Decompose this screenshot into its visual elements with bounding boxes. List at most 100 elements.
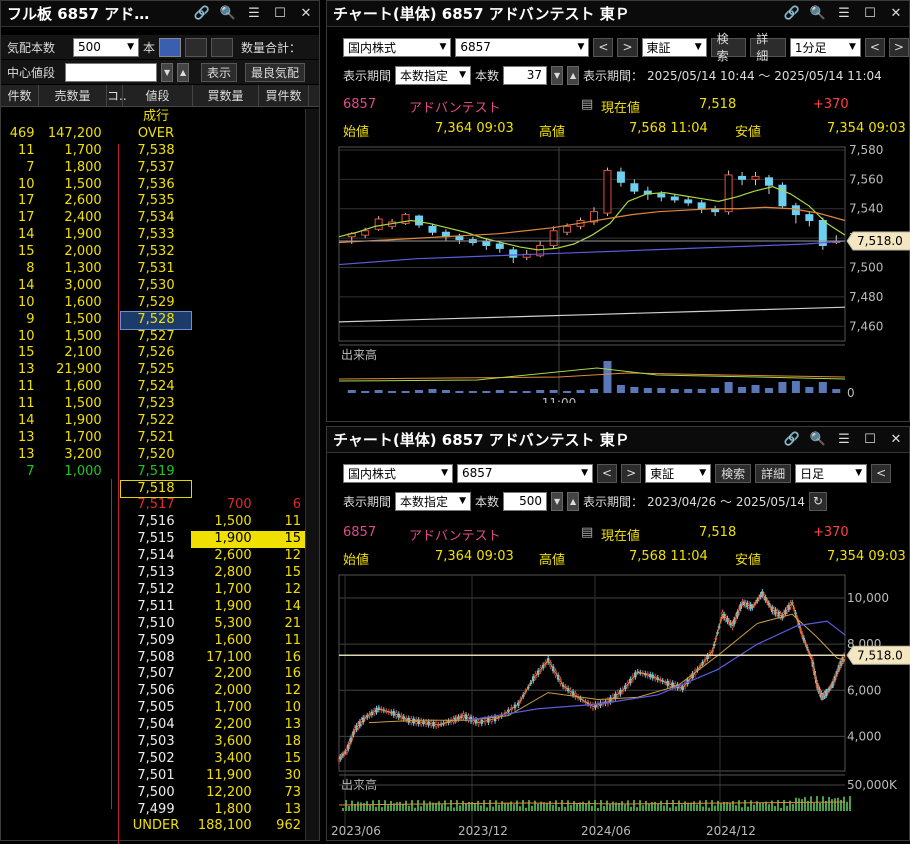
close-icon[interactable]: ✕ (885, 4, 907, 23)
search-icon[interactable]: 🔍 (807, 4, 829, 23)
layout-icon-3[interactable] (211, 37, 234, 57)
over-row[interactable]: 469 147,200 OVER (1, 126, 305, 143)
menu-icon[interactable]: ☰ (243, 4, 265, 23)
chart1-code-select[interactable]: 6857 ▼ (455, 37, 590, 57)
chart1-exchange-select[interactable]: 東証 ▼ (641, 37, 707, 57)
document-icon[interactable]: ▤ (581, 525, 593, 540)
col-price[interactable]: 値段 (123, 85, 193, 106)
chart2-next-button[interactable]: > (621, 463, 642, 483)
qty-select[interactable]: 500 ▼ (73, 37, 140, 57)
ask-row[interactable]: 13 21,900 7,525 (1, 362, 305, 379)
search-icon[interactable]: 🔍 (807, 430, 829, 449)
ask-row[interactable]: 10 1,600 7,529 (1, 295, 305, 312)
chart2-scroll-left-button[interactable]: < (871, 463, 892, 483)
link-icon[interactable]: 🔗 (781, 4, 803, 23)
chart2-period-mode-select[interactable]: 本数指定 ▼ (395, 491, 472, 511)
ask-row[interactable]: 7 1,000 7,519 (1, 464, 305, 481)
chart1-next-button[interactable]: > (617, 37, 638, 57)
ask-row[interactable]: 10 1,500 7,536 (1, 177, 305, 194)
col-bid-count[interactable]: 買件数 (259, 85, 309, 106)
bid-row[interactable]: 7,517 700 6 (1, 497, 305, 514)
ask-row[interactable]: 15 2,000 7,532 (1, 244, 305, 261)
close-icon[interactable]: ✕ (885, 430, 907, 449)
orderbook-scrollbar[interactable] (305, 109, 319, 840)
chart2-detail-button[interactable]: 詳細 (755, 463, 792, 483)
chart2-prev-button[interactable]: < (597, 463, 618, 483)
chart1-scroll-right-button[interactable]: > (888, 37, 909, 57)
ask-row[interactable]: 14 3,000 7,530 (1, 278, 305, 295)
link-icon[interactable]: 🔗 (781, 430, 803, 449)
chart2-count-input[interactable]: 500 (503, 491, 548, 511)
chart2-count-down[interactable]: ▼ (551, 491, 564, 511)
chart1-count-input[interactable]: 37 (503, 65, 548, 85)
bid-row[interactable]: 7,514 2,600 12 (1, 548, 305, 565)
chart1-period-mode-select[interactable]: 本数指定 ▼ (395, 65, 472, 85)
ask-row[interactable]: 11 1,500 7,523 (1, 396, 305, 413)
best-quote-button[interactable]: 最良気配 (245, 62, 306, 82)
ask-row[interactable]: 14 1,900 7,533 (1, 227, 305, 244)
chart2-count-up[interactable]: ▲ (567, 491, 580, 511)
ask-row[interactable]: 10 1,500 7,527 (1, 329, 305, 346)
chart1-market-select[interactable]: 国内株式 ▼ (343, 37, 452, 57)
chart1-detail-button[interactable]: 詳細 (750, 32, 786, 63)
maximize-icon[interactable]: ☐ (269, 4, 291, 23)
bid-row[interactable]: 7,511 1,900 14 (1, 599, 305, 616)
chart1-count-down[interactable]: ▼ (551, 65, 564, 85)
bid-row[interactable]: 7,506 2,000 12 (1, 683, 305, 700)
current-price-row[interactable]: 7,518 (1, 479, 305, 499)
col-ask-count[interactable]: 件数 (1, 85, 39, 106)
col-bid-qty[interactable]: 買数量 (193, 85, 259, 106)
chart1-titlebar[interactable]: チャート(単体) 6857 アドバンテスト 東Ｐ 🔗 🔍 ☰ ☐ ✕ (327, 1, 909, 27)
bid-row[interactable]: 7,513 2,800 15 (1, 565, 305, 582)
link-icon[interactable]: 🔗 (191, 4, 213, 23)
ask-row[interactable]: 13 1,700 7,521 (1, 430, 305, 447)
bid-row[interactable]: 7,505 1,700 10 (1, 700, 305, 717)
bid-row[interactable]: 7,509 1,600 11 (1, 633, 305, 650)
bid-row[interactable]: 7,510 5,300 21 (1, 616, 305, 633)
ask-row[interactable]: 11 1,600 7,524 (1, 379, 305, 396)
chart2-interval-select[interactable]: 日足 ▼ (795, 463, 868, 483)
col-ask-qty[interactable]: 売数量 (39, 85, 107, 106)
chart2-plot[interactable]: 10,0008,0006,0004,0007,518.0出来高 50,000K20… (327, 573, 910, 841)
chart1-prev-button[interactable]: < (593, 37, 614, 57)
ask-row[interactable]: 15 2,100 7,526 (1, 345, 305, 362)
bid-row[interactable]: 7,501 11,900 30 (1, 768, 305, 785)
bid-row[interactable]: 7,515 1,900 15 (1, 531, 305, 549)
bid-row[interactable]: 7,499 1,800 13 (1, 802, 305, 819)
ask-row[interactable]: 11 1,700 7,538 (1, 143, 305, 160)
maximize-icon[interactable]: ☐ (859, 430, 881, 449)
menu-icon[interactable]: ☰ (833, 4, 855, 23)
ask-row[interactable]: 13 3,200 7,520 (1, 447, 305, 464)
layout-icon-2[interactable] (185, 37, 208, 57)
center-price-input[interactable] (65, 62, 158, 82)
chart2-exchange-select[interactable]: 東証 ▼ (645, 463, 712, 483)
maximize-icon[interactable]: ☐ (859, 4, 881, 23)
ask-row[interactable]: 8 1,300 7,531 (1, 261, 305, 278)
chart1-plot[interactable]: 7,5807,5607,5407,5207,5007,4807,4607,518… (327, 143, 910, 403)
search-icon[interactable]: 🔍 (217, 4, 239, 23)
ask-row[interactable]: 9 1,500 7,528 (1, 310, 305, 330)
ask-row[interactable]: 7 1,800 7,537 (1, 160, 305, 177)
bid-row[interactable]: 7,508 17,100 16 (1, 650, 305, 667)
col-condition[interactable]: コ.. (107, 85, 127, 106)
bid-row[interactable]: 7,516 1,500 11 (1, 514, 305, 531)
chart1-interval-select[interactable]: 1分足 ▼ (789, 37, 861, 57)
bid-row[interactable]: 7,503 3,600 18 (1, 734, 305, 751)
bid-row[interactable]: 7,507 2,200 16 (1, 666, 305, 683)
chart1-count-up[interactable]: ▲ (567, 65, 580, 85)
layout-icon-1[interactable] (159, 37, 182, 57)
ask-row[interactable]: 14 1,900 7,522 (1, 413, 305, 430)
menu-icon[interactable]: ☰ (833, 430, 855, 449)
under-row[interactable]: UNDER 188,100 962 (1, 818, 305, 835)
center-dropdown[interactable]: ▼ (161, 62, 174, 82)
chart2-titlebar[interactable]: チャート(単体) 6857 アドバンテスト 東Ｐ 🔗 🔍 ☰ ☐ ✕ (327, 427, 909, 453)
bid-row[interactable]: 7,500 12,200 73 (1, 785, 305, 802)
close-icon[interactable]: ✕ (295, 4, 317, 23)
chart1-search-button[interactable]: 検索 (710, 32, 747, 63)
document-icon[interactable]: ▤ (581, 97, 593, 112)
center-spin-up[interactable]: ▲ (177, 62, 190, 82)
chart2-search-button[interactable]: 検索 (715, 463, 752, 483)
bid-row[interactable]: 7,512 1,700 12 (1, 582, 305, 599)
bid-row[interactable]: 7,502 3,400 15 (1, 751, 305, 768)
refresh-icon[interactable]: ↻ (809, 491, 828, 511)
